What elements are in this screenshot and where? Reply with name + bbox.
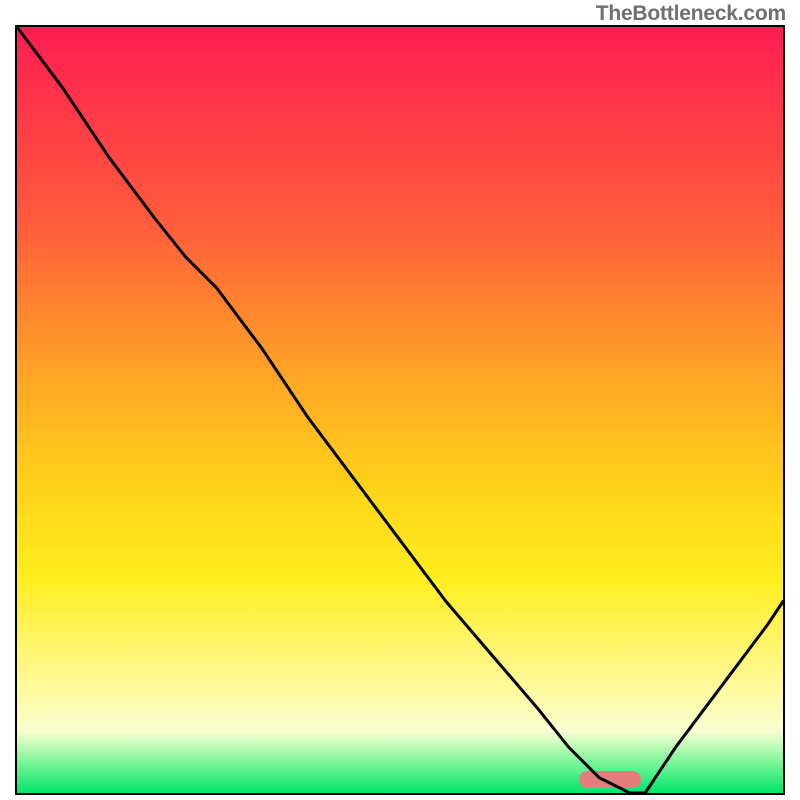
chart-curve bbox=[17, 27, 783, 793]
bottleneck-curve-line bbox=[17, 27, 783, 793]
watermark-text: TheBottleneck.com bbox=[596, 2, 786, 26]
chart-frame bbox=[15, 25, 785, 795]
